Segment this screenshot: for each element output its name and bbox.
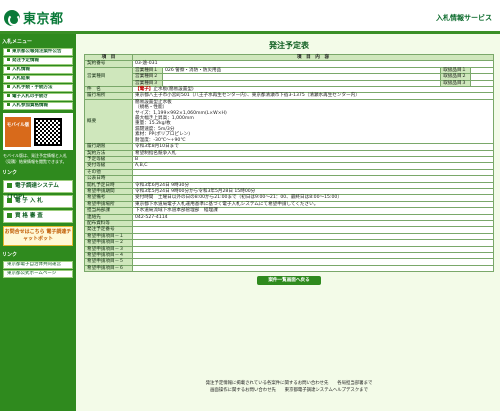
bullet-icon [7, 94, 10, 97]
sidebar-item-label: 入札手続・手続方法 [12, 85, 53, 90]
bullet-icon [7, 76, 10, 79]
tokyo-logo[interactable]: 東京都 [4, 8, 64, 27]
link-tokyo-official[interactable]: 東京都公式ホームページ [3, 270, 73, 278]
sidebar-item-qualification[interactable]: 入札参加資格情報 [3, 102, 73, 110]
item-name: 止水板(簡易設置型) [153, 87, 194, 93]
bullet-icon [7, 67, 10, 70]
qualification-review-button[interactable]: 資 格 審 査 [3, 210, 73, 223]
sidebar-item-label: 入札結果 [12, 76, 30, 81]
button-label: 資 格 審 査 [15, 213, 43, 219]
footer-line: 画面操作に関するお問い合わせ先 東京都電子調達システムヘルプデスクまで [210, 388, 368, 393]
bullet-icon [7, 198, 12, 203]
e-procurement-top-button[interactable]: 電子調達システム(TOP) [3, 180, 73, 200]
sidebar-menu-title: 入札メニュー [2, 39, 33, 45]
page-footer: 発注予定情報に掲載されている各案件に関するお問い合わせ先 各局担当部署まで 画面… [84, 380, 494, 394]
button-label: 電 子 入 札 [15, 198, 43, 204]
sidebar-footer-title: リンク [2, 252, 18, 258]
footer-line: 発注予定情報に掲載されている各案件に関するお問い合わせ先 各局担当部署まで [205, 381, 373, 386]
electronic-tag: 【電子】 [135, 87, 154, 93]
sidebar: 入札メニュー 東京都公報発注案件公告 発注予定情報 入札情報 入札結果 入札手続… [0, 34, 76, 411]
chatbot-inquiry-banner[interactable]: お問合せはこちら 電子調達チャットボット [3, 226, 73, 246]
bullet-icon [7, 49, 10, 52]
mobile-note: モバイル版は、発注予定情報と入札（見積）結果情報を閲覧できます。 [3, 153, 67, 164]
sidebar-item-label: 入札参加資格情報 [12, 103, 48, 108]
tokyo-emblem-icon [4, 9, 20, 26]
bullet-icon [7, 58, 10, 61]
bullet-icon [7, 103, 10, 106]
sidebar-item-procedures[interactable]: 入札手続・手続方法 [3, 84, 73, 92]
sidebar-item-label: 東京都公報発注案件公告 [12, 49, 62, 54]
row-value: 簡易設置型止水板 （規格・性能） サイズ：1,199×992×1,060mm(L… [132, 98, 494, 145]
bullet-icon [7, 85, 10, 88]
e-bid-button[interactable]: 電 子 入 札 [3, 195, 73, 208]
qr-code-icon [34, 117, 62, 146]
table-row: 概要 簡易設置型止水板 （規格・性能） サイズ：1,199×992×1,060m… [84, 98, 494, 145]
sidebar-item-public-notice[interactable]: 東京都公報発注案件公告 [3, 48, 73, 56]
sidebar-item-label: 入札情報 [12, 67, 30, 72]
sidebar-item-label: 電子入札の手続き [12, 94, 48, 99]
table-row: 希望申請項目－６ [84, 264, 494, 273]
row-value [132, 264, 494, 273]
main-content: 発注予定表 項 目 項 目 内 容 契約番号 03-遠-031 営業種目 営業種… [84, 34, 494, 286]
sidebar-item-e-bid-steps[interactable]: 電子入札の手続き [3, 93, 73, 101]
logo-text: 東京都 [23, 12, 64, 27]
page-title: 発注予定表 [269, 41, 309, 50]
sidebar-item-label: 発注予定情報 [12, 58, 39, 63]
mobile-badge: モバイル版 [5, 116, 31, 147]
row-label: 希望申請項目－６ [84, 264, 133, 273]
sidebar-item-bid-info[interactable]: 入札情報 [3, 66, 73, 74]
summary-line: 耐温度：-30℃～+90℃ [135, 137, 186, 143]
back-to-list-button[interactable]: 案件一覧画面へ戻る [257, 276, 321, 286]
bullet-icon [7, 183, 12, 188]
row-label: 営業種目 [84, 66, 133, 88]
sidebar-link-title: リンク [2, 170, 18, 176]
link-e-government[interactable]: 東京都電子自治体共同運営 [3, 261, 73, 269]
service-name: 入札情報サービス [436, 14, 492, 22]
bullet-icon [7, 213, 12, 218]
sidebar-item-bid-results[interactable]: 入札結果 [3, 75, 73, 83]
page-header: 東京都 入札情報サービス [0, 0, 500, 34]
mobile-qr-box[interactable]: モバイル版 [3, 113, 73, 150]
row-label: 概要 [84, 98, 133, 145]
order-schedule-table: 項 目 項 目 内 容 契約番号 03-遠-031 営業種目 営業種目１ 026… [84, 53, 494, 273]
sidebar-item-order-schedule[interactable]: 発注予定情報 [3, 57, 73, 65]
